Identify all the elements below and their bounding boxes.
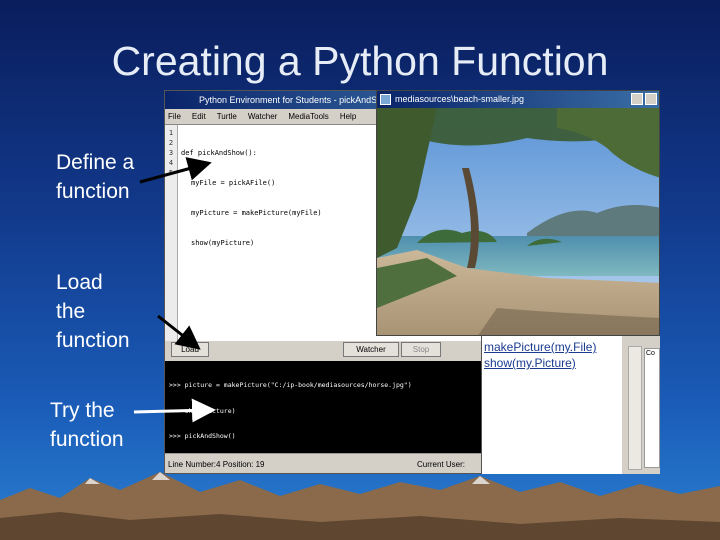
line-number: 3 xyxy=(168,149,174,157)
close-icon[interactable] xyxy=(645,93,657,105)
window-icon xyxy=(380,94,391,105)
menu-file[interactable]: File xyxy=(168,109,181,124)
code-line: myPicture = makePicture(myFile) xyxy=(191,209,322,217)
stop-button[interactable]: Stop xyxy=(401,342,441,357)
line-number: 4 xyxy=(168,159,174,167)
callout-line: Try the xyxy=(50,399,115,422)
menu-mediatools[interactable]: MediaTools xyxy=(288,109,328,124)
code-line: def pickAndShow(): xyxy=(181,149,257,157)
viewer-titlebar: mediasources\beach-smaller.jpg xyxy=(377,91,659,108)
code-line: myFile = pickAFile() xyxy=(191,179,276,187)
side-window: makePicture(my.File) show(my.Picture) Co xyxy=(482,336,660,474)
image-viewer-window: mediasources\beach-smaller.jpg xyxy=(376,90,660,336)
line-number: 2 xyxy=(168,139,174,147)
line-number: 1 xyxy=(168,129,174,137)
load-button[interactable]: Load xyxy=(171,342,209,357)
callout-load-function: Load the function xyxy=(56,268,130,355)
slide-title: Creating a Python Function xyxy=(111,38,609,84)
side-text-line: show(my.Picture) xyxy=(484,356,576,370)
side-text-line: makePicture(my.File) xyxy=(484,340,597,354)
jes-title: Python Environment for Students - pickAn… xyxy=(199,95,383,105)
code-text: def pickAndShow(): myFile = pickAFile() … xyxy=(181,128,322,268)
maximize-icon[interactable] xyxy=(631,93,643,105)
menu-watcher[interactable]: Watcher xyxy=(248,109,278,124)
code-line: show(myPicture) xyxy=(191,239,255,247)
side-scrollbar[interactable] xyxy=(628,346,642,470)
command-console[interactable]: >>> picture = makePicture("C:/ip-book/me… xyxy=(165,361,481,453)
mountain-decoration xyxy=(0,472,720,540)
beach-photo xyxy=(377,108,659,335)
callout-define-function: Define a function xyxy=(56,148,134,206)
callout-line: function xyxy=(56,180,130,203)
line-number: 5 xyxy=(168,169,174,177)
callout-line: Load xyxy=(56,271,103,294)
menu-turtle[interactable]: Turtle xyxy=(217,109,237,124)
console-line: >>> picture = makePicture("C:/ip-book/me… xyxy=(169,381,412,389)
viewer-title: mediasources\beach-smaller.jpg xyxy=(395,94,525,104)
side-window-fragment: Co xyxy=(644,348,660,468)
menu-edit[interactable]: Edit xyxy=(192,109,206,124)
callout-try-function: Try the function xyxy=(50,396,124,454)
console-line: >>> show(picture) xyxy=(169,406,236,415)
callout-line: Define a xyxy=(56,151,135,174)
watcher-button[interactable]: Watcher xyxy=(343,342,399,357)
callout-line: function xyxy=(50,428,124,451)
callout-line: function xyxy=(56,329,130,352)
menu-help[interactable]: Help xyxy=(340,109,356,124)
callout-line: the xyxy=(56,300,86,323)
console-line: >>> pickAndShow() xyxy=(169,432,236,440)
